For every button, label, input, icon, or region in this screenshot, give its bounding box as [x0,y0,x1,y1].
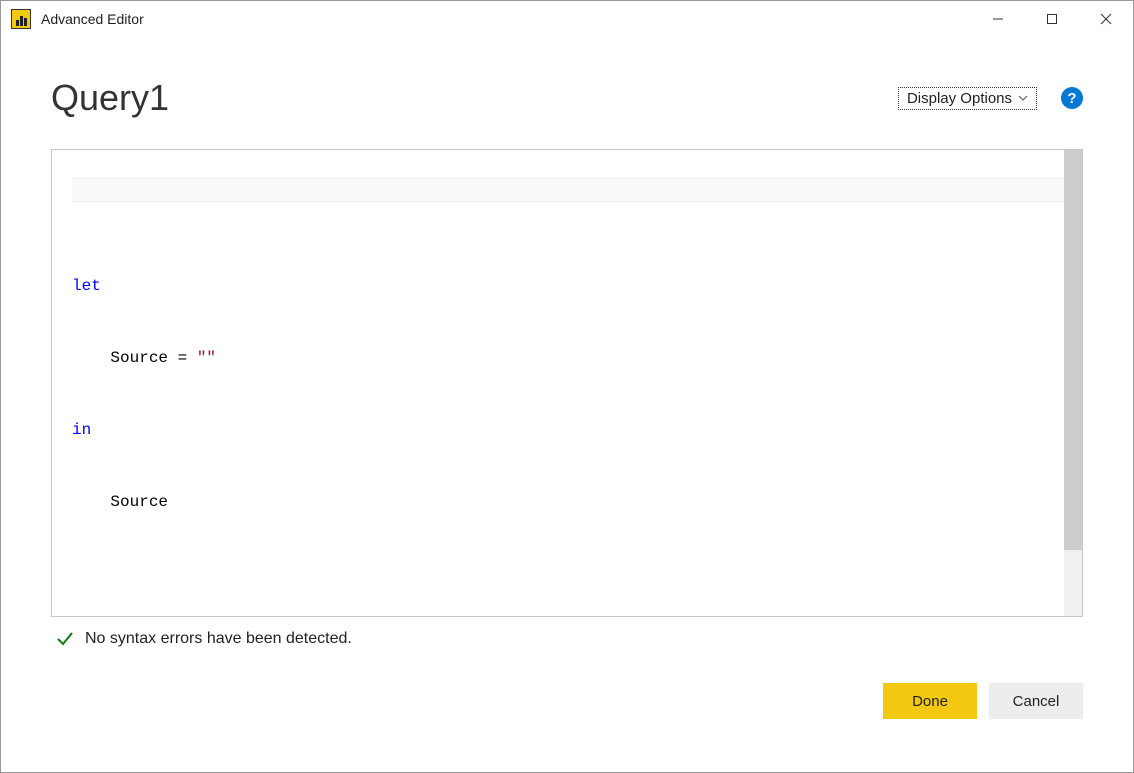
title-bar: Advanced Editor [1,1,1133,37]
code-editor[interactable]: let Source = "" in Source [51,149,1083,617]
window-controls [971,1,1133,37]
code-text: Source = [110,346,196,370]
close-button[interactable] [1079,1,1133,37]
cancel-button[interactable]: Cancel [989,683,1083,719]
header-row: Query1 Display Options ? [51,77,1083,119]
current-line-highlight [72,178,1064,202]
display-options-dropdown[interactable]: Display Options [898,87,1037,110]
scrollbar-thumb[interactable] [1064,150,1082,550]
query-title: Query1 [51,77,169,119]
code-string: "" [197,346,216,370]
display-options-label: Display Options [907,90,1012,107]
window-title: Advanced Editor [41,11,144,27]
button-row: Done Cancel [51,683,1083,719]
code-text: Source [110,490,168,514]
chevron-down-icon [1018,95,1028,101]
editor-gutter [52,150,72,616]
help-icon[interactable]: ? [1061,87,1083,109]
editor-content[interactable]: let Source = "" in Source [72,150,1064,616]
checkmark-icon [55,629,75,649]
code-keyword: in [72,418,91,442]
code-keyword: let [72,274,101,298]
app-icon [11,9,31,29]
status-row: No syntax errors have been detected. [51,617,1083,649]
done-button[interactable]: Done [883,683,977,719]
minimize-button[interactable] [971,1,1025,37]
status-message: No syntax errors have been detected. [85,630,352,648]
maximize-button[interactable] [1025,1,1079,37]
vertical-scrollbar[interactable] [1064,150,1082,616]
